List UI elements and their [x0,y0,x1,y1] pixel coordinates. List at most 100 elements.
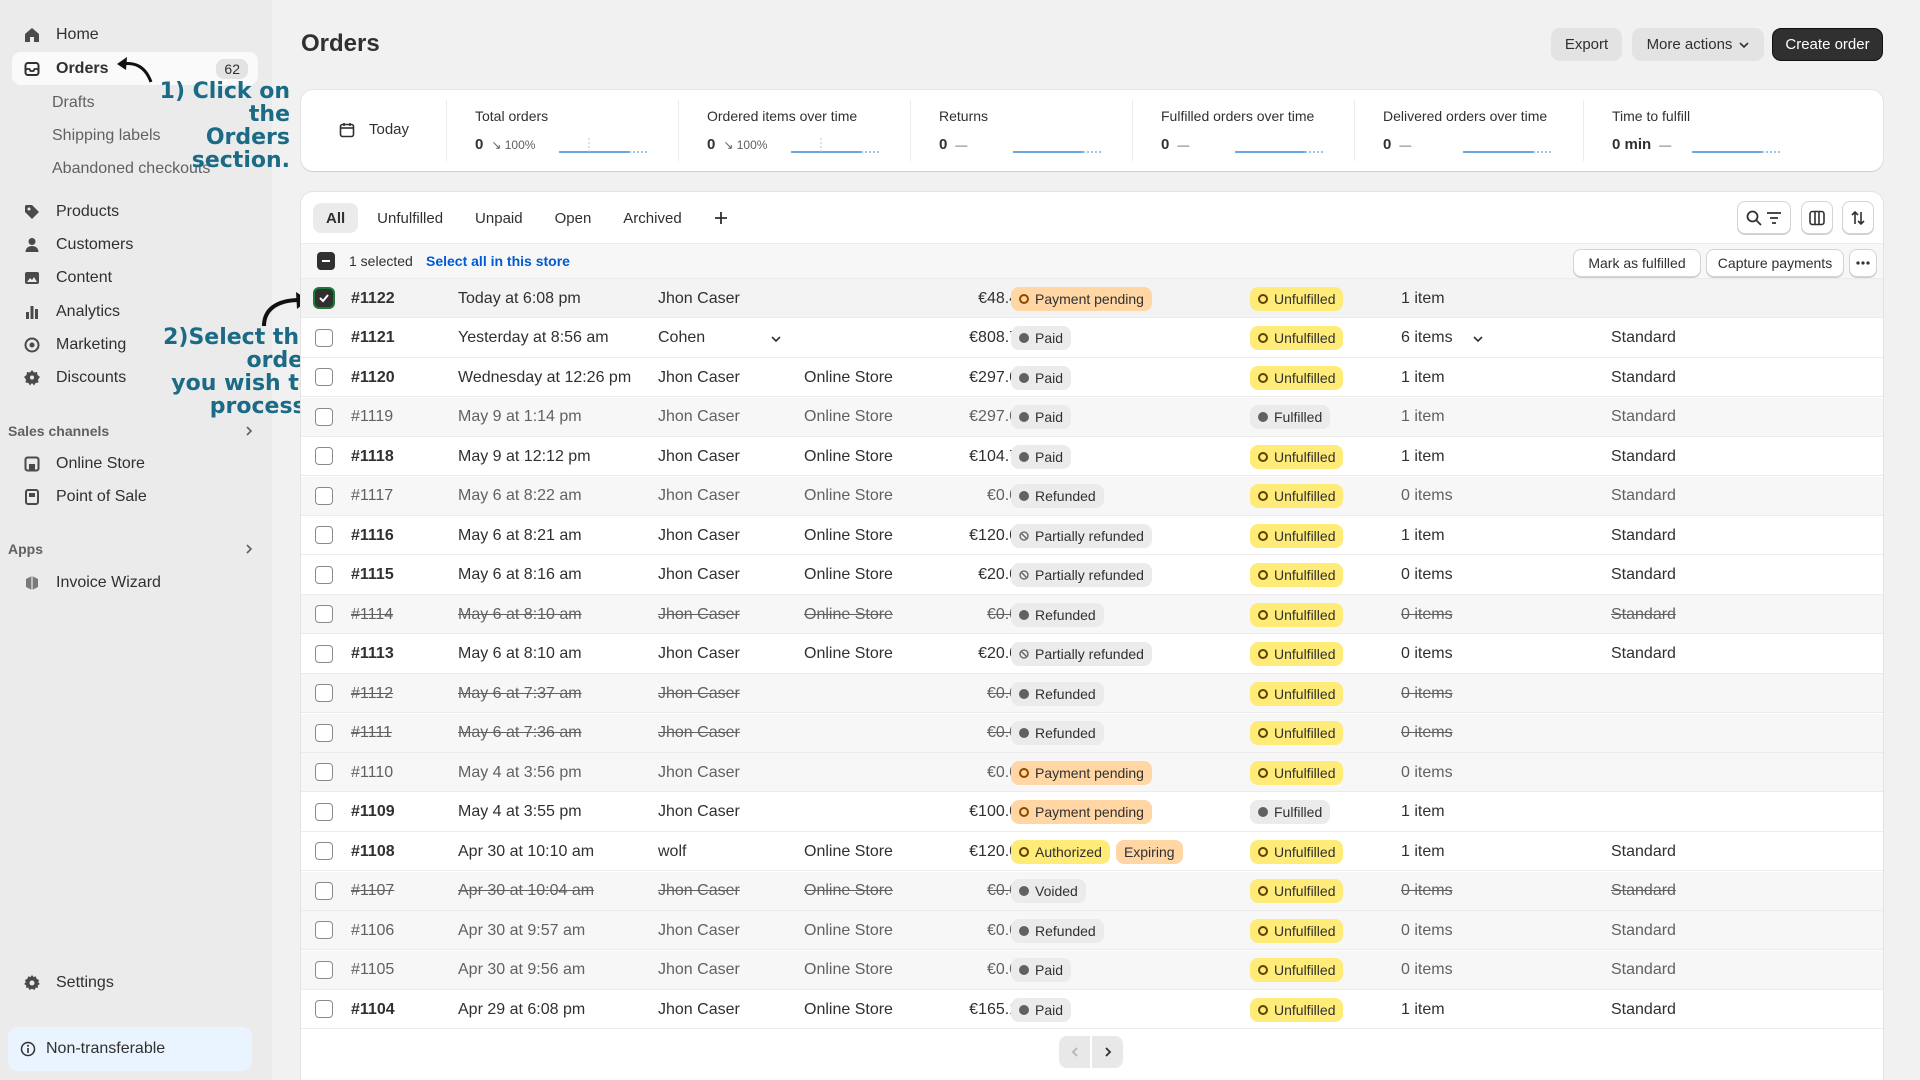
sidebar-item-point-of-sale[interactable]: Point of Sale [12,480,258,513]
table-row[interactable]: #1104 Apr 29 at 6:08 pm Jhon Caser Onlin… [301,990,1883,1029]
metric-total-orders[interactable]: Total orders 0 ↘ 100% [447,90,678,171]
order-customer[interactable]: Jhon Caser [658,674,740,713]
order-number[interactable]: #1112 [351,674,393,713]
order-items[interactable]: 0 items [1401,911,1453,950]
order-customer[interactable]: Jhon Caser [658,635,740,674]
order-number[interactable]: #1111 [351,714,392,753]
order-items[interactable]: 1 item [1401,990,1445,1029]
order-number[interactable]: #1119 [351,398,393,437]
order-items[interactable]: 1 item [1401,279,1445,318]
row-checkbox[interactable] [315,802,333,821]
select-all-link[interactable]: Select all in this store [426,253,570,269]
order-items[interactable]: 0 items [1401,635,1453,674]
table-row[interactable]: #1106 Apr 30 at 9:57 am Jhon Caser Onlin… [301,911,1883,950]
metric-ordered-items[interactable]: Ordered items over time 0 ↘ 100% [679,90,910,171]
order-customer[interactable]: Jhon Caser [658,595,740,634]
order-customer[interactable]: Jhon Caser [658,556,740,595]
order-items[interactable]: 1 item [1401,358,1445,397]
row-checkbox[interactable] [315,486,333,505]
sidebar-item-home[interactable]: Home [12,18,258,51]
date-picker-button[interactable]: Today [301,90,446,171]
order-number[interactable]: #1118 [351,437,394,476]
order-number[interactable]: #1121 [351,319,395,358]
order-items[interactable]: 1 item [1401,832,1445,871]
order-items[interactable]: 1 item [1401,793,1445,832]
previous-page-button[interactable] [1059,1036,1090,1068]
create-order-button[interactable]: Create order [1772,28,1883,61]
sidebar-item-content[interactable]: Content [12,261,258,294]
row-checkbox[interactable] [315,960,333,979]
sidebar-item-products[interactable]: Products [12,195,258,228]
row-checkbox[interactable] [315,407,333,426]
row-checkbox[interactable] [315,368,333,386]
sidebar-item-customers[interactable]: Customers [12,228,258,261]
row-checkbox[interactable] [315,763,333,781]
order-number[interactable]: #1113 [351,635,394,674]
row-checkbox[interactable] [315,684,333,702]
table-row[interactable]: #1118 May 9 at 12:12 pm Jhon Caser Onlin… [301,437,1883,476]
order-customer[interactable]: Cohen [658,319,781,358]
order-number[interactable]: #1115 [351,556,394,595]
more-bulk-actions-button[interactable] [1849,249,1877,277]
order-customer[interactable]: Jhon Caser [658,951,740,990]
table-row[interactable]: #1108 Apr 30 at 10:10 am wolf Online Sto… [301,832,1883,871]
row-checkbox[interactable] [315,921,333,939]
order-customer[interactable]: Jhon Caser [658,990,740,1029]
select-all-checkbox[interactable] [317,252,335,270]
order-items[interactable]: 0 items [1401,556,1453,595]
chevron-down-icon[interactable] [771,334,781,344]
table-row[interactable]: #1112 May 6 at 7:37 am Jhon Caser €0.00 … [301,674,1883,713]
order-items[interactable]: 0 items [1401,477,1453,516]
order-number[interactable]: #1107 [351,872,394,911]
order-items[interactable]: 6 items [1401,319,1483,358]
order-items[interactable]: 0 items [1401,595,1453,634]
table-row[interactable]: #1111 May 6 at 7:36 am Jhon Caser €0.00 … [301,713,1883,753]
order-number[interactable]: #1108 [351,832,395,871]
next-page-button[interactable] [1092,1036,1123,1068]
table-row[interactable]: #1117 May 6 at 8:22 am Jhon Caser Online… [301,476,1883,516]
order-number[interactable]: #1110 [351,753,393,792]
table-row[interactable]: #1116 May 6 at 8:21 am Jhon Caser Online… [301,516,1883,555]
order-customer[interactable]: Jhon Caser [658,358,740,397]
capture-payments-button[interactable]: Capture payments [1706,249,1844,277]
order-items[interactable]: 0 items [1401,674,1453,713]
order-number[interactable]: #1120 [351,358,395,397]
order-number[interactable]: #1104 [351,990,395,1029]
columns-button[interactable] [1801,201,1833,234]
row-checkbox[interactable] [315,526,333,544]
order-items[interactable]: 1 item [1401,516,1445,555]
order-number[interactable]: #1106 [351,911,394,950]
metric-delivered-orders[interactable]: Delivered orders over time 0— [1355,90,1583,171]
row-checkbox[interactable] [315,328,333,347]
row-checkbox[interactable] [315,565,333,584]
table-row[interactable]: #1114 May 6 at 8:10 am Jhon Caser Online… [301,595,1883,634]
table-row[interactable]: #1121 Yesterday at 8:56 am Cohen €808.72… [301,319,1883,358]
chevron-down-icon[interactable] [1473,334,1483,344]
more-actions-button[interactable]: More actions [1632,28,1764,61]
add-view-button[interactable] [701,203,741,233]
row-checkbox[interactable] [315,289,333,307]
tab-archived[interactable]: Archived [610,203,694,233]
sales-channels-header[interactable]: Sales channels [8,423,254,439]
row-checkbox[interactable] [315,605,333,623]
order-number[interactable]: #1109 [351,793,395,832]
sidebar-item-online-store[interactable]: Online Store [12,447,258,480]
table-row[interactable]: #1109 May 4 at 3:55 pm Jhon Caser €100.0… [301,793,1883,832]
metric-returns[interactable]: Returns 0— [911,90,1132,171]
order-customer[interactable]: Jhon Caser [658,398,740,437]
row-checkbox[interactable] [315,723,333,742]
order-number[interactable]: #1122 [351,279,395,318]
table-row[interactable]: #1113 May 6 at 8:10 am Jhon Caser Online… [301,635,1883,674]
order-number[interactable]: #1117 [351,477,393,516]
order-items[interactable]: 0 items [1401,951,1453,990]
row-checkbox[interactable] [315,1000,333,1018]
export-button[interactable]: Export [1551,28,1622,61]
row-checkbox[interactable] [315,881,333,900]
table-row[interactable]: #1122 Today at 6:08 pm Jhon Caser €48.40… [301,279,1883,318]
order-items[interactable]: 1 item [1401,398,1445,437]
tab-unfulfilled[interactable]: Unfulfilled [364,203,456,233]
sidebar-item-settings[interactable]: Settings [12,966,258,999]
search-filter-button[interactable] [1737,201,1791,234]
order-customer[interactable]: Jhon Caser [658,477,740,516]
table-row[interactable]: #1119 May 9 at 1:14 pm Jhon Caser Online… [301,397,1883,437]
